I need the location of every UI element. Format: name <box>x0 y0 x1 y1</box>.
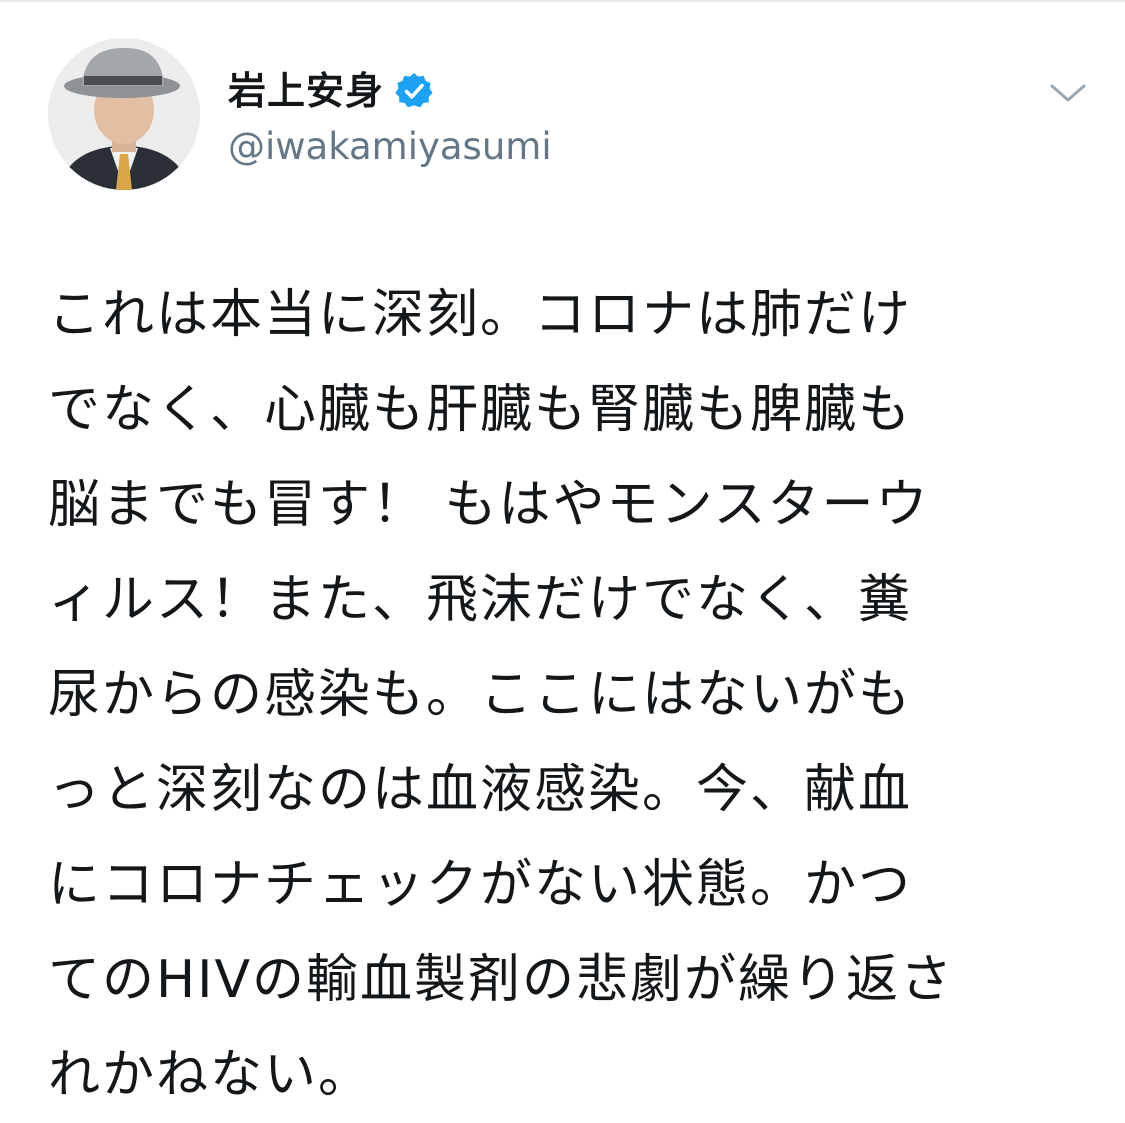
avatar[interactable] <box>48 38 200 190</box>
tweet-text-line: てのHIVの輸血製剤の悲劇が繰り返さ <box>48 950 955 1010</box>
tweet-text-line: れかねない。 <box>48 1045 373 1105</box>
tweet-text-line: にコロナチェックがない状態。かつ <box>48 855 913 915</box>
user-info: 岩上安身 @iwakamiyasumi <box>228 66 552 172</box>
tweet-text-line: これは本当に深刻。コロナは肺だけ <box>48 285 913 345</box>
display-name[interactable]: 岩上安身 <box>228 66 384 116</box>
user-handle[interactable]: @iwakamiyasumi <box>228 122 552 172</box>
top-divider <box>0 0 1125 2</box>
tweet-text-line: ィルス！また、飛沫だけでなく、糞 <box>48 570 913 630</box>
verified-badge-icon <box>394 71 434 111</box>
tweet-text-line: でなく、心臓も肝臓も腎臓も脾臓も <box>48 380 913 440</box>
avatar-image <box>48 38 200 190</box>
tweet-text-line: 尿からの感染も。ここにはないがも <box>48 665 913 725</box>
tweet-text-line: 脳までも冒す！ もはやモンスターウ <box>48 475 930 535</box>
name-row: 岩上安身 <box>228 66 552 116</box>
tweet-text: これは本当に深刻。コロナは肺だけ でなく、心臓も肝臓も腎臓も脾臓も 脳までも冒す… <box>48 268 1088 1123</box>
chevron-down-icon[interactable] <box>1048 78 1088 108</box>
tweet-header: 岩上安身 @iwakamiyasumi <box>48 38 1088 198</box>
tweet-text-line: っと深刻なのは血液感染。今、献血 <box>48 760 913 820</box>
